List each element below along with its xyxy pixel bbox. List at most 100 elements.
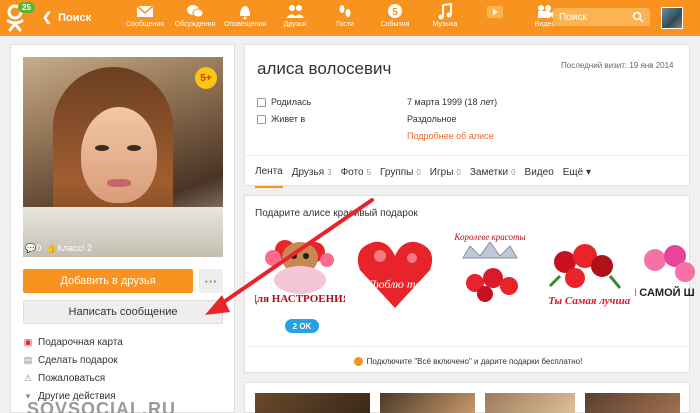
nav-guests[interactable]: Гости bbox=[320, 0, 370, 36]
photo-likes-label: Класс! 2 bbox=[57, 243, 92, 253]
envelope-icon bbox=[136, 5, 154, 17]
gift-item[interactable]: Королеве красоты bbox=[445, 228, 535, 320]
notification-count-badge: 25 bbox=[18, 2, 35, 13]
gift-price-badge[interactable]: 2 OK bbox=[285, 319, 319, 333]
nav-guests-label: Гости bbox=[336, 21, 354, 28]
profile-info-card: алиса волосевич Последний визит: 19 янв … bbox=[244, 44, 691, 188]
photo-thumb[interactable] bbox=[255, 393, 370, 413]
gift-icon: ▤ bbox=[23, 354, 33, 365]
gift-text: Люблю тебя bbox=[367, 277, 432, 291]
tab-more-label: Ещё ▾ bbox=[562, 166, 592, 178]
search-back-label: Поиск bbox=[58, 12, 92, 24]
photo-strip bbox=[244, 382, 690, 413]
add-friend-button[interactable]: Добавить в друзья bbox=[23, 269, 193, 293]
tab-groups[interactable]: Группы 0 bbox=[380, 156, 421, 188]
born-value: 7 марта 1999 (18 лет) bbox=[407, 97, 498, 107]
like-icon: 👍 bbox=[46, 243, 58, 253]
report-link[interactable]: ⚠ Пожаловаться bbox=[23, 370, 123, 386]
chat-icon bbox=[187, 5, 204, 18]
tab-groups-count: 0 bbox=[416, 167, 421, 177]
gift-card-link[interactable]: ▣ Подарочная карта bbox=[23, 334, 123, 350]
more-about-link[interactable]: Подробнее об алисе bbox=[407, 131, 494, 141]
tab-games-label: Игры bbox=[429, 166, 454, 178]
gift-list: Для НАСТРОЕНИЯ Люблю тебя Королеве красо… bbox=[249, 228, 700, 320]
chevron-left-icon: ❮ bbox=[42, 10, 53, 24]
tab-friends[interactable]: Друзья 3 bbox=[292, 156, 332, 188]
tab-feed-label: Лента bbox=[255, 165, 283, 177]
gift-item[interactable]: ДЛЯ САМОЙ ШИКА bbox=[613, 228, 700, 320]
camera-icon bbox=[538, 5, 554, 18]
search-input[interactable] bbox=[559, 10, 629, 24]
search-box[interactable] bbox=[553, 8, 650, 26]
nav-video-play[interactable] bbox=[470, 0, 520, 36]
nav-events-label: События bbox=[380, 21, 410, 28]
write-message-button[interactable]: Написать сообщение bbox=[23, 300, 223, 324]
search-icon[interactable] bbox=[632, 11, 644, 23]
photo-thumb[interactable] bbox=[485, 393, 575, 413]
tab-photos[interactable]: Фото 5 bbox=[341, 156, 371, 188]
calendar-icon bbox=[257, 97, 266, 107]
ok-coin-icon bbox=[353, 357, 363, 367]
photo-stats[interactable]: 💬0 👍Класс! 2 bbox=[25, 243, 92, 254]
nav-discussions[interactable]: Обсуждения bbox=[170, 0, 220, 36]
nav-friends[interactable]: Друзья bbox=[270, 0, 320, 36]
tab-video-label: Видео bbox=[524, 166, 554, 178]
photo-thumb[interactable] bbox=[585, 393, 680, 413]
tab-friends-label: Друзья bbox=[291, 166, 325, 178]
tab-games[interactable]: Игры 0 bbox=[430, 156, 461, 188]
nav-messages-label: Сообщения bbox=[126, 21, 164, 28]
lives-value[interactable]: Раздольное bbox=[407, 114, 457, 124]
gift-item[interactable]: Ты Самая лучшая bbox=[540, 228, 636, 320]
tab-photos-label: Фото bbox=[340, 166, 364, 178]
tab-notes-label: Заметки bbox=[469, 166, 509, 178]
footprints-icon bbox=[339, 5, 351, 17]
nav-music[interactable]: Музыка bbox=[420, 0, 470, 36]
profile-photo[interactable] bbox=[23, 57, 223, 257]
friends-icon bbox=[286, 5, 304, 18]
video-play-icon bbox=[487, 6, 503, 18]
nav-friends-label: Друзья bbox=[283, 21, 307, 28]
tab-notes[interactable]: Заметки 0 bbox=[470, 156, 516, 188]
more-actions-button[interactable]: ··· bbox=[199, 269, 223, 293]
born-row: Родилась 7 марта 1999 (18 лет) bbox=[257, 97, 497, 107]
tab-games-count: 0 bbox=[456, 167, 461, 177]
report-label: Пожаловаться bbox=[38, 372, 106, 384]
profile-tabs: Лента Друзья 3 Фото 5 Группы 0 Игры 0 Заметк… bbox=[245, 155, 691, 188]
tab-notes-count: 0 bbox=[511, 167, 516, 177]
search-back-link[interactable]: ❮ Поиск bbox=[42, 10, 91, 24]
promo-banner[interactable]: Подключите "Всё включено" и дарите подар… bbox=[245, 346, 691, 367]
user-avatar[interactable] bbox=[661, 7, 683, 29]
top-bar: 25 ❮ Поиск Сообщения Обсуждения Оповещени… bbox=[0, 0, 700, 36]
nav-messages[interactable]: Сообщения bbox=[120, 0, 170, 36]
gift-item[interactable]: Для НАСТРОЕНИЯ bbox=[249, 228, 351, 320]
gift-kitten-image: Для НАСТРОЕНИЯ bbox=[249, 240, 351, 305]
watermark: SOVSOCIAL.RU bbox=[27, 399, 177, 413]
gifts-title: Подарите алисе красивый подарок bbox=[255, 208, 418, 219]
gift-text: ДЛЯ САМОЙ ШИКА bbox=[635, 286, 695, 299]
gift-card-label: Подарочная карта bbox=[38, 336, 123, 348]
nav-events[interactable]: 5 События bbox=[370, 0, 420, 36]
profile-name: алиса волосевич bbox=[257, 59, 392, 78]
report-icon: ⚠ bbox=[23, 372, 33, 383]
gift-roses-image: Ты Самая лучшая bbox=[548, 244, 636, 307]
make-gift-link[interactable]: ▤ Сделать подарок bbox=[23, 352, 123, 368]
tab-friends-count: 3 bbox=[327, 167, 332, 177]
born-label: Родилась bbox=[271, 97, 312, 107]
events-icon: 5 bbox=[388, 4, 402, 18]
gift-text: Для НАСТРОЕНИЯ bbox=[255, 293, 345, 305]
profile-actions-list: ▣ Подарочная карта ▤ Сделать подарок ⚠ П… bbox=[23, 334, 123, 406]
gift-flowers-image: ДЛЯ САМОЙ ШИКА bbox=[613, 245, 700, 299]
photo-thumb[interactable] bbox=[380, 393, 475, 413]
tab-video[interactable]: Видео bbox=[525, 156, 554, 188]
ok-logo-icon[interactable]: 25 bbox=[4, 2, 35, 32]
gift-item[interactable]: Люблю тебя bbox=[350, 228, 440, 320]
gift-text: Ты Самая лучшая bbox=[548, 295, 630, 307]
tab-more[interactable]: Ещё ▾ bbox=[563, 156, 591, 188]
lives-label: Живет в bbox=[271, 114, 306, 124]
lives-row: Живет в Раздольное bbox=[257, 114, 457, 124]
gift-heart-image: Люблю тебя bbox=[357, 241, 432, 308]
gift-text: Королеве красоты bbox=[453, 232, 525, 242]
tab-feed[interactable]: Лента bbox=[255, 156, 283, 188]
gift-crown-image: Королеве красоты bbox=[453, 232, 526, 302]
nav-notifications[interactable]: Оповещения bbox=[220, 0, 270, 36]
